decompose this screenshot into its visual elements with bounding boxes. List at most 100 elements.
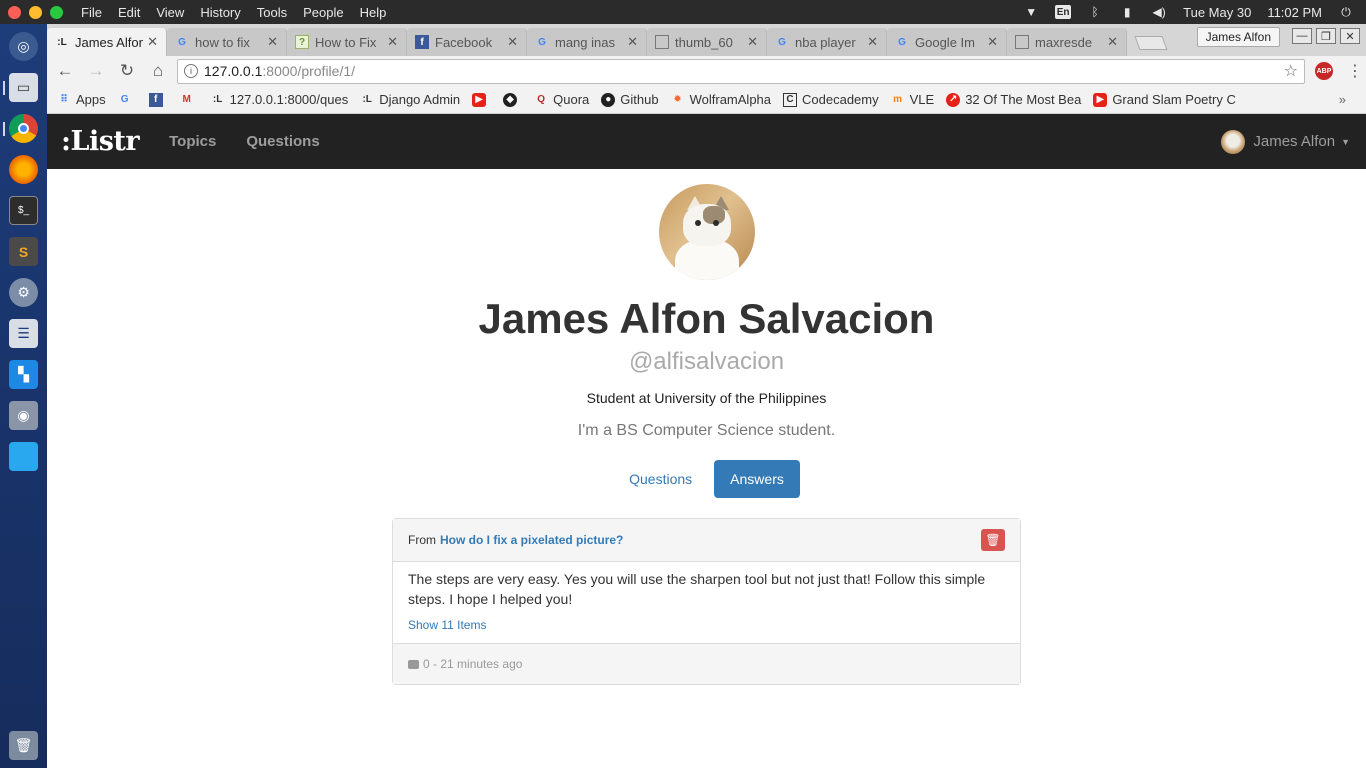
tab-facebook[interactable]: f Facebook ✕	[407, 28, 527, 56]
folder-icon[interactable]	[9, 442, 38, 471]
close-tab-icon[interactable]: ✕	[627, 34, 638, 50]
tab-james-alfon[interactable]: :L James Alfon ✕	[47, 28, 167, 56]
bookmark-codepen[interactable]: ◆	[503, 92, 522, 107]
system-monitor-icon[interactable]: ☰	[9, 319, 38, 348]
nav-questions-link[interactable]: Questions	[246, 133, 319, 150]
tab-nba-player[interactable]: G nba player ✕	[767, 28, 887, 56]
nav-topics-link[interactable]: Topics	[169, 133, 216, 150]
bookmark-github[interactable]: ● Github	[601, 92, 659, 107]
listr-favicon: :L	[212, 94, 223, 105]
bookmark-grand-slam-poetry[interactable]: ▶ Grand Slam Poetry C	[1093, 92, 1236, 107]
system-date[interactable]: Tue May 30	[1183, 5, 1251, 20]
google-icon: G	[778, 36, 786, 48]
disk-icon[interactable]: ◉	[9, 401, 38, 430]
trash-icon[interactable]: 🗑	[9, 731, 38, 760]
bookmark-google[interactable]: G	[118, 93, 137, 107]
system-time[interactable]: 11:02 PM	[1267, 5, 1322, 20]
close-tab-icon[interactable]: ✕	[987, 34, 998, 50]
bookmark-quora[interactable]: Q Quora	[534, 92, 589, 107]
tab-google-images[interactable]: G Google Im ✕	[887, 28, 1007, 56]
ubuntu-icon[interactable]: ◎	[9, 32, 38, 61]
menu-file[interactable]: File	[81, 5, 102, 20]
question-link[interactable]: How do I fix a pixelated picture?	[440, 533, 623, 547]
close-tab-icon[interactable]: ✕	[507, 34, 518, 50]
close-tab-icon[interactable]: ✕	[747, 34, 758, 50]
back-arrow-icon[interactable]: ←	[52, 58, 78, 84]
google-icon: G	[120, 94, 129, 105]
menu-people[interactable]: People	[303, 5, 343, 20]
from-label: From	[408, 533, 436, 548]
user-menu-dropdown[interactable]: James Alfon ▼	[1221, 129, 1366, 154]
close-tab-icon[interactable]: ✕	[1107, 34, 1118, 50]
more-bookmarks-chevron-icon[interactable]: »	[1339, 92, 1346, 107]
bookmark-label: VLE	[909, 92, 935, 107]
close-tab-icon[interactable]: ✕	[387, 34, 398, 50]
chrome-icon[interactable]	[3, 114, 38, 143]
bookmark-local-questions[interactable]: :L 127.0.0.1:8000/ques	[211, 92, 348, 107]
menu-help[interactable]: Help	[360, 5, 387, 20]
bookmark-star-icon[interactable]: ☆	[1284, 61, 1298, 81]
close-icon[interactable]: ✕	[1340, 28, 1360, 44]
bookmark-gmail[interactable]: M	[180, 93, 199, 107]
profile-bio: I'm a BS Computer Science student.	[577, 422, 836, 440]
tab-answers[interactable]: Answers	[714, 460, 800, 499]
bookmark-youtube[interactable]: ▶	[472, 92, 491, 107]
terminal-icon[interactable]: $_	[9, 196, 38, 225]
browser-profile-button[interactable]: James Alfon	[1196, 27, 1280, 47]
tab-questions[interactable]: Questions	[613, 460, 708, 498]
bookmark-vle[interactable]: m VLE	[891, 92, 935, 107]
restore-icon[interactable]: ❐	[1316, 28, 1336, 44]
volume-icon[interactable]: ◀)	[1151, 5, 1167, 19]
workspace-switcher-icon[interactable]: ▚	[9, 360, 38, 389]
web-page: :Listr Topics Questions James Alfon ▼ Ja…	[47, 114, 1366, 768]
bookmark-32-of-the-most[interactable]: ↗ 32 Of The Most Bea	[946, 92, 1081, 107]
minimize-icon[interactable]: —	[1292, 28, 1312, 44]
power-icon[interactable]: ⏻	[1338, 5, 1354, 19]
tab-maxresdefault[interactable]: maxresde ✕	[1007, 28, 1127, 56]
bookmark-wolframalpha[interactable]: ✹ WolframAlpha	[671, 92, 771, 107]
home-icon[interactable]: ⌂	[145, 58, 171, 84]
site-info-icon[interactable]: i	[184, 64, 198, 78]
close-tab-icon[interactable]: ✕	[867, 34, 878, 50]
files-icon[interactable]: ▭	[3, 73, 38, 102]
close-tab-icon[interactable]: ✕	[147, 34, 158, 50]
maximize-window-button[interactable]	[50, 5, 63, 19]
menu-tools[interactable]: Tools	[257, 5, 287, 20]
comment-count[interactable]: 0	[423, 657, 430, 671]
bookmark-django-admin[interactable]: :L Django Admin	[360, 92, 460, 107]
show-items-link[interactable]: Show 11 Items	[408, 615, 1005, 635]
address-bar[interactable]: i 127.0.0.1:8000/profile/1/ ☆	[177, 58, 1305, 84]
settings-gear-icon[interactable]: ⚙	[9, 278, 38, 307]
menu-history[interactable]: History	[200, 5, 240, 20]
profile-full-name: James Alfon Salvacion	[478, 295, 935, 342]
tab-thumb[interactable]: thumb_60 ✕	[647, 28, 767, 56]
reload-icon[interactable]: ↻	[114, 58, 140, 84]
forward-arrow-icon[interactable]: →	[83, 58, 109, 84]
bluetooth-icon[interactable]: ᛒ	[1087, 5, 1103, 19]
minimize-window-button[interactable]	[29, 5, 42, 19]
comment-icon[interactable]	[408, 659, 419, 669]
answer-text: The steps are very easy. Yes you will us…	[408, 571, 986, 608]
close-tab-icon[interactable]: ✕	[267, 34, 278, 50]
google-icon: G	[178, 36, 186, 48]
bookmark-apps[interactable]: ⠿ Apps	[57, 92, 106, 107]
tab-how-to-fix[interactable]: ? How to Fix ✕	[287, 28, 407, 56]
firefox-icon[interactable]	[9, 155, 38, 184]
delete-answer-button[interactable]: 🗑	[981, 529, 1005, 552]
browser-menu-icon[interactable]: ⋮	[1347, 61, 1363, 81]
trending-icon: ↗	[946, 92, 961, 107]
site-logo[interactable]: :Listr	[61, 126, 140, 157]
new-tab-button[interactable]	[1134, 36, 1168, 50]
close-window-button[interactable]	[8, 5, 21, 19]
menu-edit[interactable]: Edit	[118, 5, 140, 20]
wifi-icon[interactable]: ▼	[1023, 5, 1039, 19]
adblock-plus-icon[interactable]: ABP	[1315, 62, 1333, 80]
bookmark-codecademy[interactable]: C Codecademy	[783, 92, 879, 107]
sublime-text-icon[interactable]: S	[9, 237, 38, 266]
menu-view[interactable]: View	[156, 5, 184, 20]
bookmark-facebook[interactable]: f	[148, 92, 168, 107]
battery-icon[interactable]: ▮	[1119, 5, 1135, 19]
tab-how-to-fix-google[interactable]: G how to fix ✕	[167, 28, 287, 56]
keyboard-layout-indicator[interactable]: En	[1055, 5, 1072, 19]
tab-mang-inas[interactable]: G mang inas ✕	[527, 28, 647, 56]
